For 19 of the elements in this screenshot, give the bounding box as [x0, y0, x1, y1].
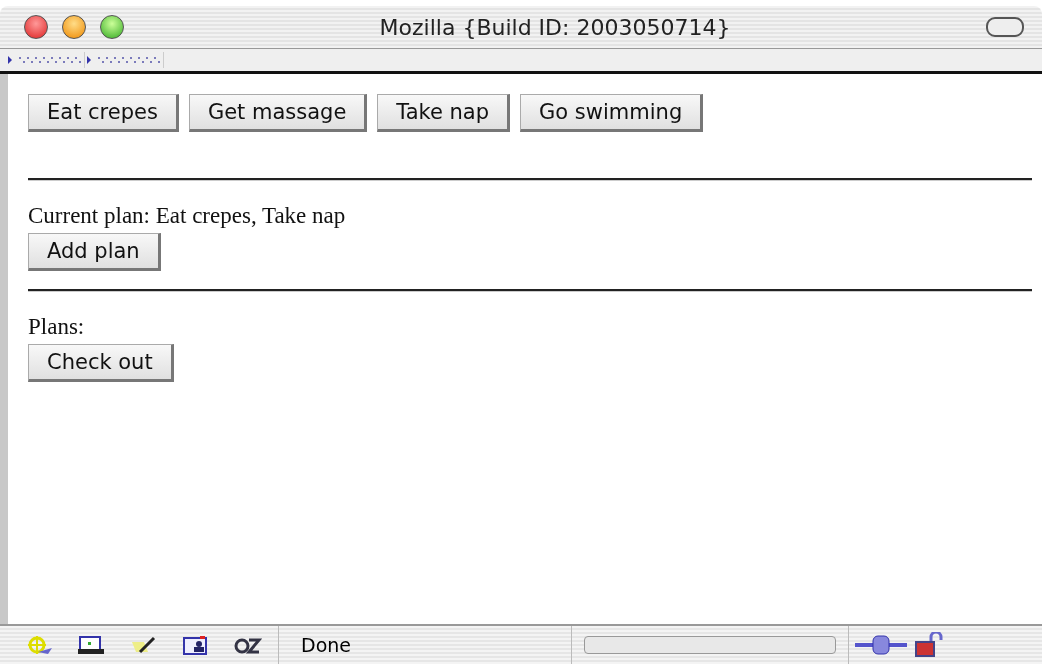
check-out-button[interactable]: Check out — [28, 344, 174, 382]
connection-icon[interactable] — [853, 633, 909, 657]
toolbar-grippy[interactable] — [6, 52, 85, 68]
status-text: Done — [300, 634, 352, 656]
activity-button[interactable]: Eat crepes — [28, 94, 179, 132]
toolbar-grippy[interactable] — [85, 52, 164, 68]
activity-button[interactable]: Get massage — [188, 94, 368, 132]
add-plan-button[interactable]: Add plan — [28, 233, 161, 271]
current-plan-text: Current plan: Eat crepes, Take nap — [28, 203, 346, 229]
address-card-icon[interactable] — [180, 634, 210, 656]
activity-button[interactable]: Go swimming — [520, 94, 704, 132]
close-button[interactable] — [24, 15, 48, 39]
plans-label: Plans: — [28, 314, 85, 340]
activity-button[interactable]: Take nap — [377, 94, 511, 132]
minimize-button[interactable] — [62, 15, 86, 39]
window-title: Mozilla {Build ID: 2003050714} — [378, 14, 732, 40]
padlock-icon[interactable] — [913, 632, 945, 658]
toolbar-toggle-button[interactable] — [986, 17, 1024, 37]
zoom-button[interactable] — [100, 15, 124, 39]
